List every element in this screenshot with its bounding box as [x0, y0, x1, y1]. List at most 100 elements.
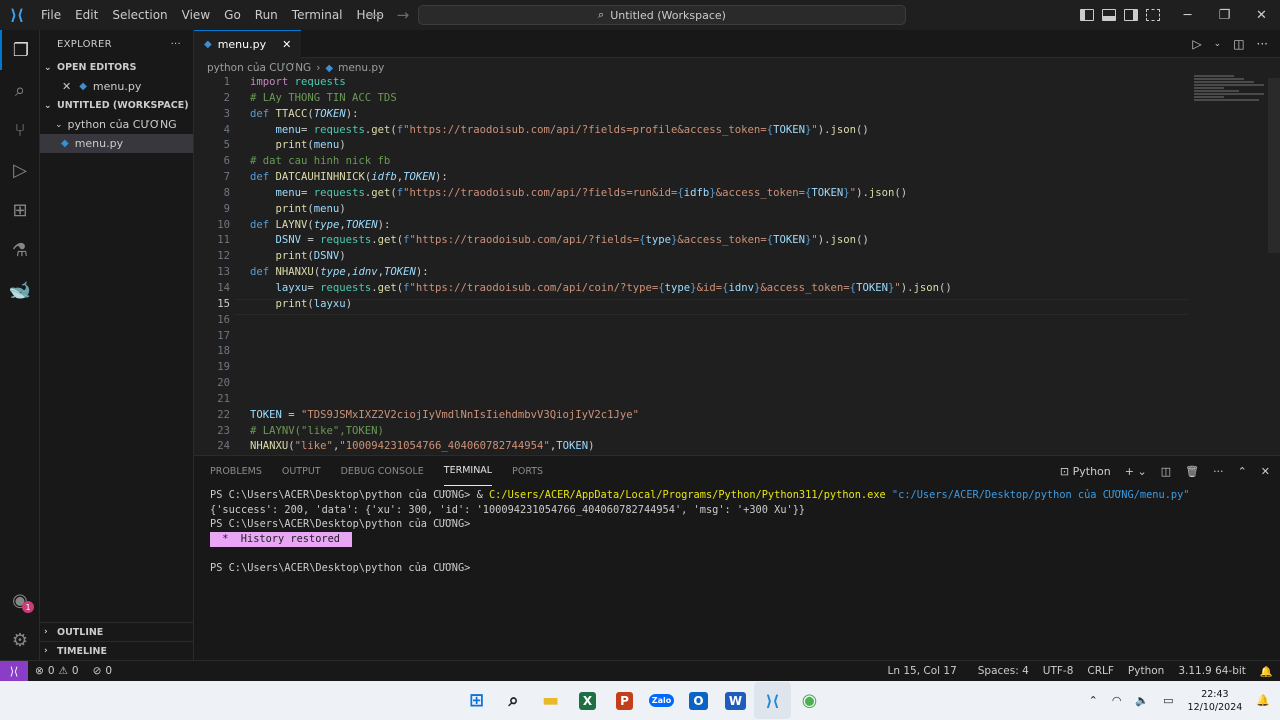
- customize-layout-icon[interactable]: [1146, 9, 1160, 21]
- code-line[interactable]: 8 menu= requests.get(f"https://traodoisu…: [194, 186, 1194, 202]
- code-line[interactable]: 3 def TTACC(TOKEN):: [194, 107, 1194, 123]
- code-line[interactable]: 15 print(layxu): [194, 297, 1194, 313]
- tab-terminal[interactable]: TERMINAL: [443, 456, 493, 486]
- tab-problems[interactable]: PROBLEMS: [210, 456, 262, 486]
- code-line[interactable]: 14 layxu= requests.get(f"https://traodoi…: [194, 281, 1194, 297]
- minimize-icon[interactable]: ─: [1169, 0, 1206, 30]
- remote-icon[interactable]: ⟩⟨: [0, 660, 28, 682]
- kill-terminal-icon[interactable]: 🗑: [1185, 465, 1199, 478]
- code-line[interactable]: 17: [194, 329, 1194, 345]
- notification-bell-icon[interactable]: 🔔: [1256, 694, 1270, 707]
- extensions-icon[interactable]: ⊞: [0, 190, 40, 230]
- code-line[interactable]: 23 # LAYNV("like",TOKEN): [194, 424, 1194, 440]
- new-terminal-icon[interactable]: + ⌄: [1125, 465, 1147, 478]
- code-line[interactable]: 16: [194, 313, 1194, 329]
- tab-ports[interactable]: PORTS: [512, 456, 543, 486]
- clock[interactable]: 22:43 12/10/2024: [1188, 688, 1243, 714]
- terminal-shell-selector[interactable]: ⊡ Python: [1060, 465, 1111, 478]
- folder-item[interactable]: ⌄ python của CƯƠNG: [40, 115, 193, 134]
- editor-more-icon[interactable]: ···: [1257, 37, 1268, 51]
- tab-output[interactable]: OUTPUT: [282, 456, 321, 486]
- close-window-icon[interactable]: ✕: [1243, 0, 1280, 30]
- minimap[interactable]: [1194, 75, 1268, 115]
- battery-icon[interactable]: ▭: [1163, 694, 1173, 707]
- toggle-secondary-sidebar-icon[interactable]: [1124, 9, 1138, 21]
- end-of-line[interactable]: CRLF: [1080, 665, 1121, 678]
- code-line[interactable]: 10 def LAYNV(type,TOKEN):: [194, 218, 1194, 234]
- tab-menu-py[interactable]: ◆ menu.py ✕: [194, 30, 302, 58]
- timeline-section[interactable]: › TIMELINE: [40, 641, 193, 660]
- close-panel-icon[interactable]: ✕: [1261, 465, 1270, 478]
- panel-more-icon[interactable]: ···: [1213, 465, 1224, 478]
- open-editor-item[interactable]: ✕ ◆ menu.py: [40, 77, 193, 96]
- run-python-icon[interactable]: ▷: [1192, 37, 1201, 51]
- code-line[interactable]: 20: [194, 376, 1194, 392]
- terminal-output[interactable]: PS C:\Users\ACER\Desktop\python của CƯƠN…: [210, 488, 1190, 576]
- code-line[interactable]: 4 menu= requests.get(f"https://traodoisu…: [194, 123, 1194, 139]
- language-mode[interactable]: Python: [1121, 665, 1171, 678]
- code-line[interactable]: 24 NHANXU("like","100094231054766_4040607…: [194, 439, 1194, 455]
- word-icon[interactable]: W: [717, 682, 754, 719]
- command-center-search[interactable]: ⌕ Untitled (Workspace): [418, 5, 906, 25]
- outline-section[interactable]: › OUTLINE: [40, 622, 193, 641]
- editor-scrollbar[interactable]: [1268, 78, 1280, 253]
- zalo-icon[interactable]: Zalo: [643, 682, 680, 719]
- code-editor[interactable]: 1 import requests 2 # LAy THONG TIN ACC TDS…: [194, 75, 1194, 455]
- taskbar-search-icon[interactable]: ⌕: [495, 682, 532, 719]
- code-line[interactable]: 1 import requests: [194, 75, 1194, 91]
- code-line[interactable]: 2 # LAy THONG TIN ACC TDS: [194, 91, 1194, 107]
- breadcrumb-folder[interactable]: python của CƯƠNG: [207, 62, 311, 74]
- workspace-section[interactable]: ⌄ UNTITLED (WORKSPACE): [40, 96, 193, 115]
- menu-file[interactable]: File: [34, 0, 68, 30]
- explorer-icon[interactable]: ❐: [0, 30, 40, 70]
- chrome-icon[interactable]: ◉: [791, 682, 828, 719]
- forward-arrow-icon[interactable]: →: [397, 6, 410, 24]
- maximize-panel-icon[interactable]: ⌃: [1238, 465, 1247, 478]
- notifications-icon[interactable]: 🔔: [1253, 665, 1280, 678]
- cursor-position[interactable]: Ln 15, Col 17: [881, 665, 971, 678]
- tab-debug-console[interactable]: DEBUG CONSOLE: [341, 456, 424, 486]
- code-line[interactable]: 5 print(menu): [194, 138, 1194, 154]
- code-line[interactable]: 12 print(DSNV): [194, 249, 1194, 265]
- code-line[interactable]: 11 DSNV = requests.get(f"https://traodoi…: [194, 233, 1194, 249]
- split-terminal-icon[interactable]: ◫: [1161, 465, 1171, 478]
- menu-go[interactable]: Go: [217, 0, 248, 30]
- wifi-icon[interactable]: ◠: [1112, 694, 1122, 707]
- back-arrow-icon[interactable]: ←: [370, 6, 383, 24]
- outlook-icon[interactable]: O: [680, 682, 717, 719]
- file-item-menu-py[interactable]: ◆ menu.py: [40, 134, 193, 153]
- code-line[interactable]: 9 print(menu): [194, 202, 1194, 218]
- code-line[interactable]: 21: [194, 392, 1194, 408]
- close-tab-icon[interactable]: ✕: [282, 38, 291, 51]
- manage-gear-icon[interactable]: ⚙: [0, 620, 40, 660]
- menu-terminal[interactable]: Terminal: [285, 0, 350, 30]
- close-editor-icon[interactable]: ✕: [62, 80, 71, 93]
- search-view-icon[interactable]: ⌕: [0, 70, 40, 110]
- code-line[interactable]: 7 def DATCAUHINHNICK(idfb,TOKEN):: [194, 170, 1194, 186]
- python-interpreter[interactable]: 3.11.9 64-bit: [1171, 665, 1253, 678]
- restore-icon[interactable]: ❐: [1206, 0, 1243, 30]
- run-debug-icon[interactable]: ▷: [0, 150, 40, 190]
- problems-status[interactable]: ⊗ 0 ⚠ 0: [28, 665, 86, 677]
- windows-start-icon[interactable]: ⊞: [458, 682, 495, 719]
- run-dropdown-icon[interactable]: ⌄: [1214, 39, 1222, 49]
- vscode-taskbar-icon[interactable]: ⟩⟨: [754, 682, 791, 719]
- toggle-panel-icon[interactable]: [1102, 9, 1116, 21]
- docker-icon[interactable]: 🐋: [0, 270, 40, 310]
- testing-icon[interactable]: ⚗: [0, 230, 40, 270]
- code-line[interactable]: 13 def NHANXU(type,idnv,TOKEN):: [194, 265, 1194, 281]
- code-line[interactable]: 19: [194, 360, 1194, 376]
- open-editors-section[interactable]: ⌄ OPEN EDITORS: [40, 58, 193, 77]
- volume-icon[interactable]: 🔈: [1135, 694, 1149, 707]
- toggle-sidebar-icon[interactable]: [1080, 9, 1094, 21]
- menu-run[interactable]: Run: [248, 0, 285, 30]
- file-explorer-icon[interactable]: ▬: [532, 682, 569, 719]
- indentation[interactable]: Spaces: 4: [971, 665, 1036, 678]
- encoding[interactable]: UTF-8: [1036, 665, 1081, 678]
- breadcrumb-file[interactable]: menu.py: [338, 62, 384, 74]
- powerpoint-icon[interactable]: P: [606, 682, 643, 719]
- ports-status[interactable]: ⊘ 0: [86, 665, 120, 677]
- menu-view[interactable]: View: [175, 0, 217, 30]
- code-line[interactable]: 6 # dat cau hinh nick fb: [194, 154, 1194, 170]
- code-line[interactable]: 22 TOKEN = "TDS9JSMxIXZ2V2ciojIyVmdlNnIsI…: [194, 408, 1194, 424]
